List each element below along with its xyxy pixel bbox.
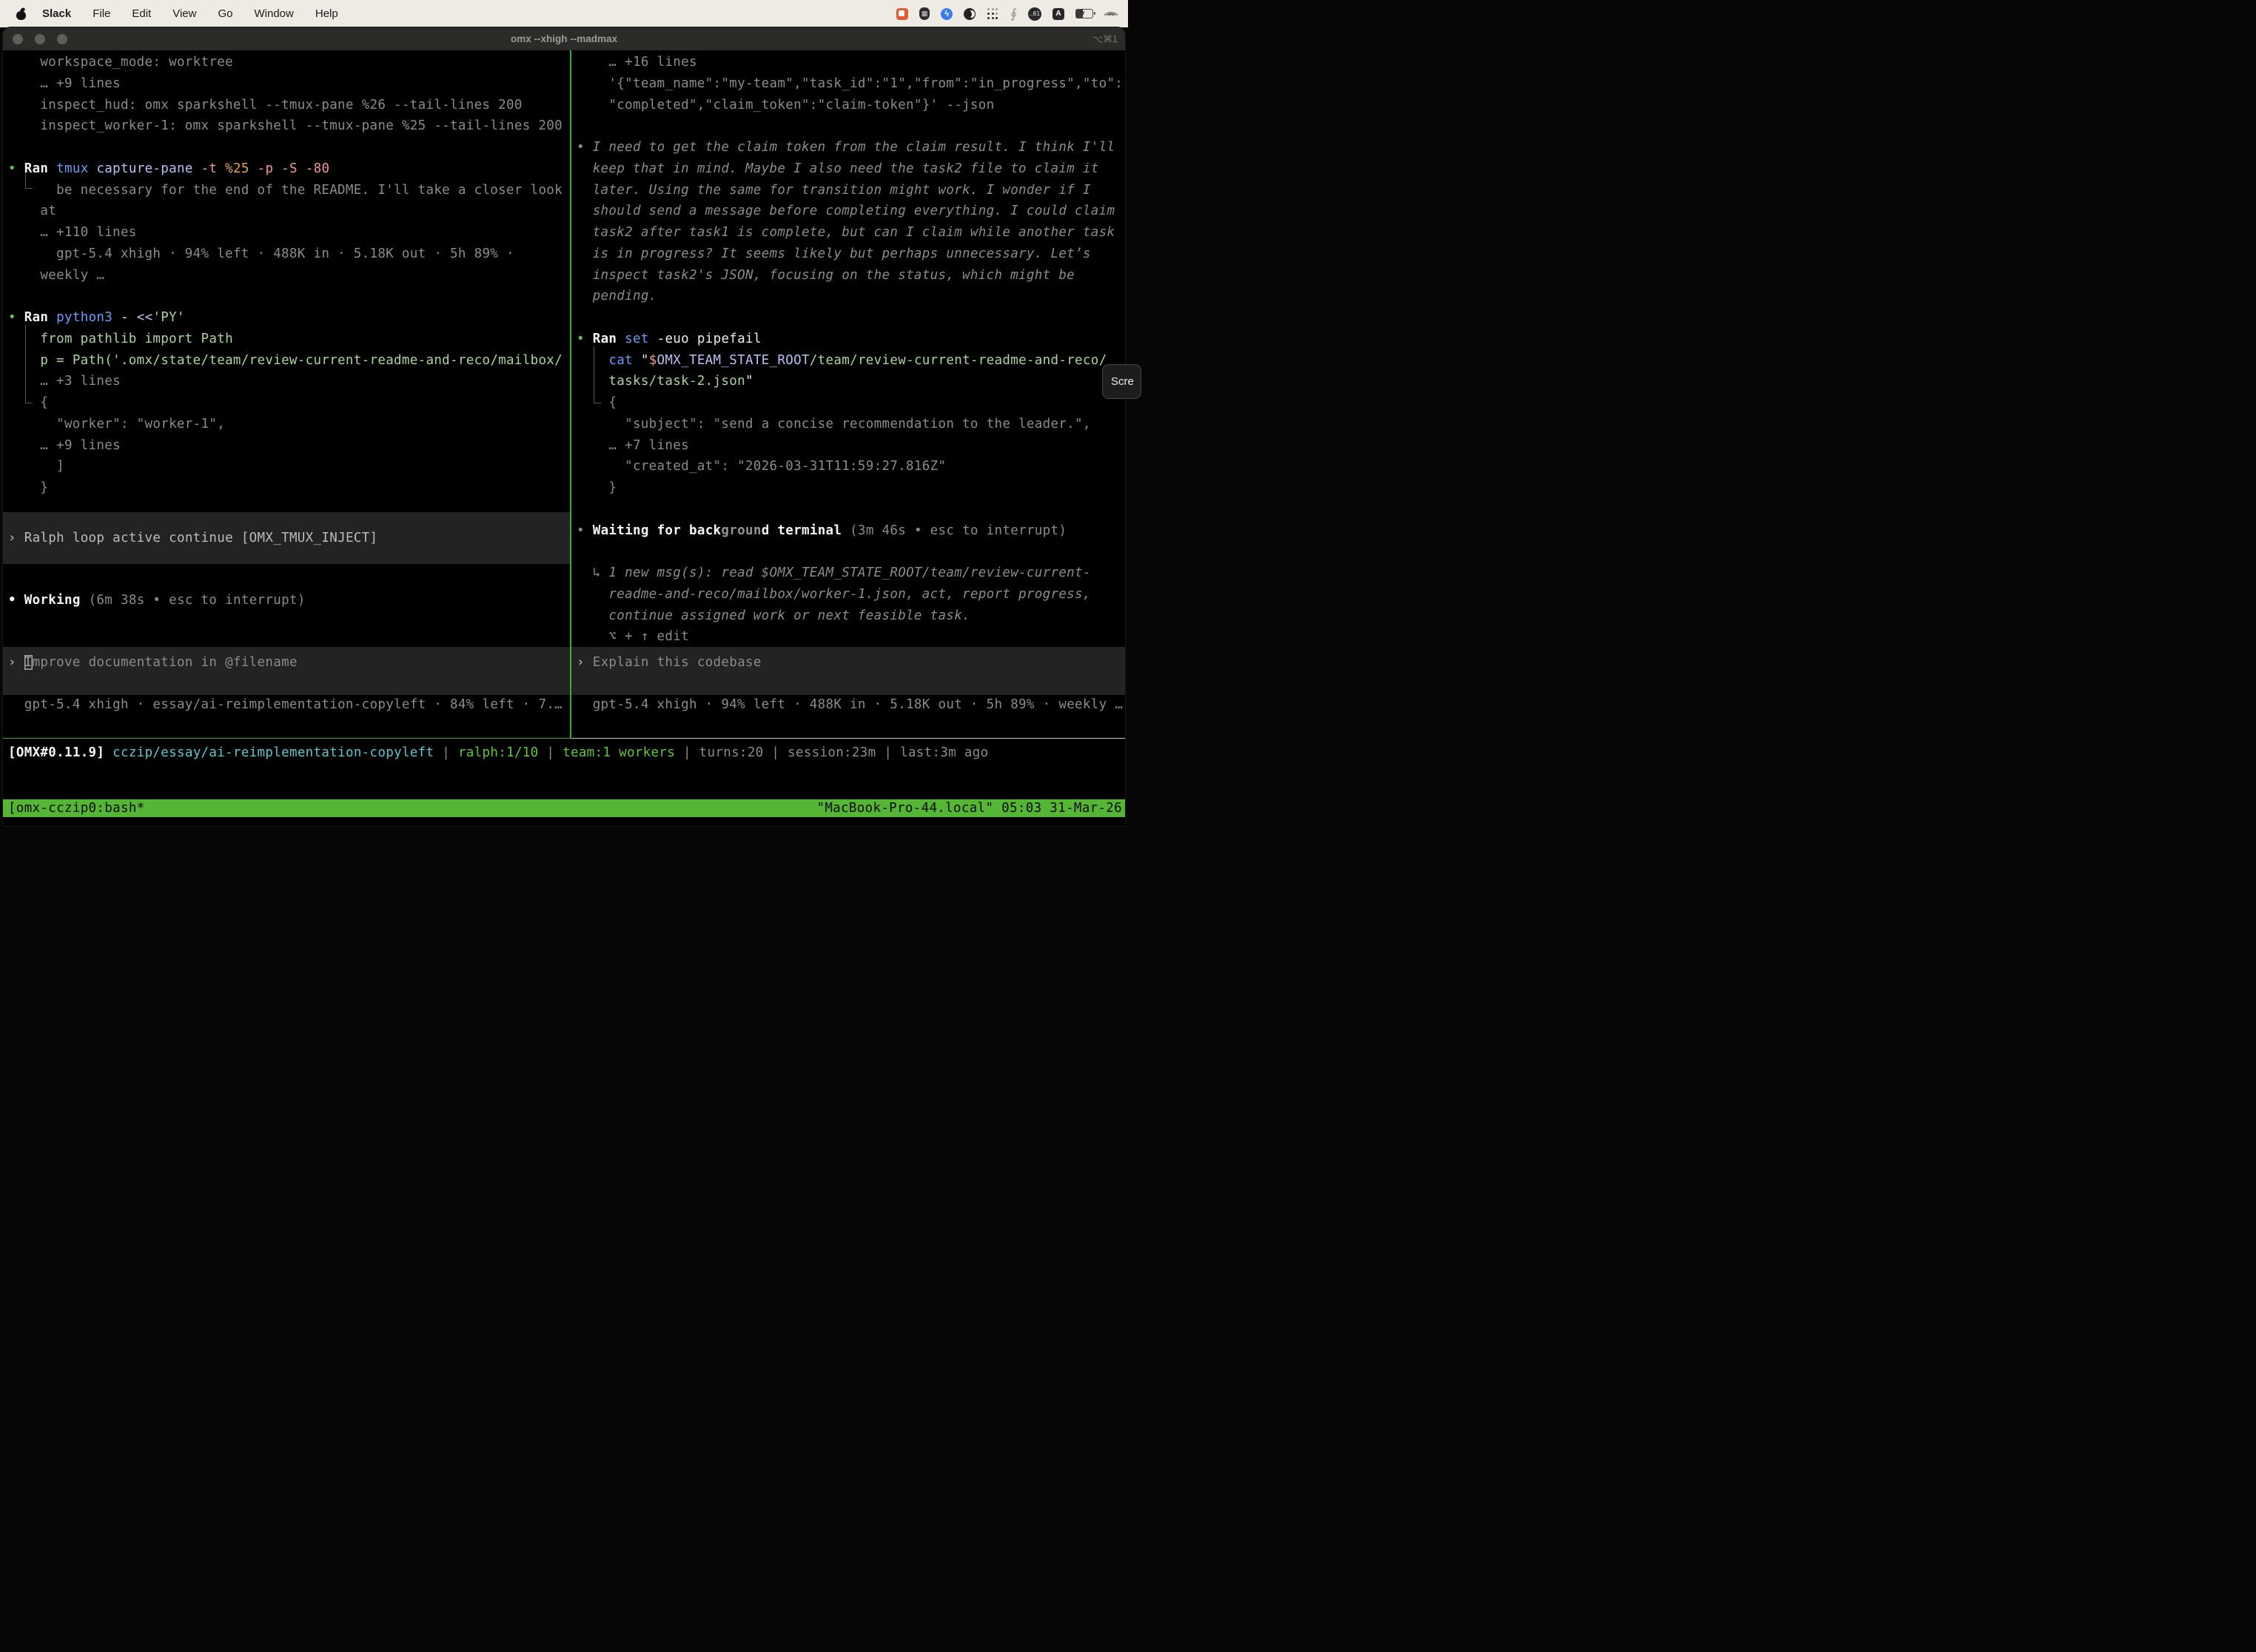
terminal-line: • Working (6m 38s • esc to interrupt) bbox=[8, 590, 306, 611]
pane-divider[interactable] bbox=[570, 50, 571, 739]
terminal-line: weekly … bbox=[40, 265, 104, 286]
squiggle-icon[interactable]: ∮ bbox=[1010, 7, 1017, 21]
terminal-line: • Waiting for background terminal (3m 46… bbox=[577, 520, 1067, 542]
terminal-line: • Ran python3 - <<'PY' bbox=[8, 307, 185, 329]
terminal-line: … +9 lines bbox=[40, 435, 121, 457]
terminal-line: at bbox=[40, 201, 56, 222]
terminal-line: '{"team_name":"my-team","task_id":"1","f… bbox=[608, 73, 1123, 95]
terminal-line: … +110 lines bbox=[40, 222, 136, 244]
terminal-line: inspect_worker-1: omx sparkshell --tmux-… bbox=[40, 115, 563, 137]
terminal-line: pending. bbox=[593, 286, 657, 307]
menu-item-window[interactable]: Window bbox=[255, 7, 294, 20]
menu-item-help[interactable]: Help bbox=[315, 7, 338, 20]
terminal-line: task2 after task1 is complete, but can I… bbox=[593, 222, 1115, 244]
menu-status-icons: ▦ ϟ ∮ ..61 A ϟ bbox=[896, 7, 1128, 21]
minimize-button[interactable] bbox=[35, 34, 45, 44]
terminal-line: ↳ 1 new msg(s): read $OMX_TEAM_STATE_ROO… bbox=[593, 563, 1091, 584]
terminal-line: • I need to get the claim token from the… bbox=[577, 137, 1115, 158]
blue-bolt-icon[interactable]: ϟ bbox=[941, 8, 953, 20]
menu-items: Slack File Edit View Go Window Help bbox=[42, 7, 338, 20]
input-source-icon[interactable]: A bbox=[1053, 8, 1064, 20]
terminal-line: should send a message before completing … bbox=[593, 201, 1115, 222]
tmux-status-bar: [omx-cczip0:bash* "MacBook-Pro-44.local"… bbox=[3, 799, 1125, 817]
output-connector bbox=[594, 346, 601, 403]
screen-capture-button[interactable]: Scre bbox=[1102, 364, 1141, 399]
shield-grid-icon[interactable]: ▦ bbox=[919, 7, 930, 20]
dots-grid-icon[interactable] bbox=[987, 7, 999, 20]
terminal-line: › Ralph loop active continue [OMX_TMUX_I… bbox=[8, 528, 377, 549]
window-bottom-strip bbox=[3, 817, 1125, 826]
terminal-line: readme-and-reco/mailbox/worker-1.json, a… bbox=[608, 584, 1090, 605]
right-pane[interactable]: … +16 lines'{"team_name":"my-team","task… bbox=[571, 50, 1125, 739]
terminal-line: … +3 lines bbox=[40, 371, 121, 392]
terminal-line: } bbox=[40, 477, 48, 499]
terminal-line: is in progress? It seems likely but perh… bbox=[593, 244, 1091, 265]
slack-badge-icon[interactable] bbox=[896, 8, 908, 20]
tmux-host-clock: "MacBook-Pro-44.local" 05:03 31-Mar-26 bbox=[816, 799, 1122, 817]
terminal-line: tasks/task-2.json" bbox=[608, 371, 753, 392]
terminal-line: … +7 lines bbox=[608, 435, 689, 457]
terminal-window: omx --xhigh --madmax ⌥⌘1 workspace_mode:… bbox=[3, 27, 1125, 826]
menu-item-file[interactable]: File bbox=[93, 7, 110, 20]
traffic-lights bbox=[13, 27, 67, 50]
tmux-session-label: [omx-cczip0:bash* bbox=[8, 799, 145, 817]
menu-item-view[interactable]: View bbox=[172, 7, 196, 20]
terminal-line: inspect task2's JSON, focusing on the st… bbox=[593, 265, 1075, 286]
battery-icon[interactable]: ϟ bbox=[1075, 9, 1093, 19]
omx-status-bar: [OMX#0.11.9] cczip/essay/ai-reimplementa… bbox=[3, 739, 1125, 799]
left-pane[interactable]: workspace_mode: worktree… +9 linesinspec… bbox=[3, 50, 570, 739]
close-button[interactable] bbox=[13, 34, 23, 44]
terminal-line: inspect_hud: omx sparkshell --tmux-pane … bbox=[40, 95, 522, 116]
terminal-line: cat "$OMX_TEAM_STATE_ROOT/team/review-cu… bbox=[608, 350, 1107, 372]
zoom-button[interactable] bbox=[57, 34, 67, 44]
terminal-line: p = Path('.omx/state/team/review-current… bbox=[40, 350, 563, 372]
countdown-61-icon[interactable]: ..61 bbox=[1028, 7, 1041, 21]
terminal-line: gpt-5.4 xhigh · 94% left · 488K in · 5.1… bbox=[593, 694, 1124, 716]
output-connector bbox=[25, 325, 33, 403]
terminal-line: … +9 lines bbox=[40, 73, 121, 95]
terminal-line: "worker": "worker-1", bbox=[56, 414, 225, 435]
terminal-line: ⌥ + ↑ edit bbox=[608, 626, 689, 648]
terminal-line: • Ran tmux capture-pane -t %25 -p -S -80 bbox=[8, 158, 329, 180]
menu-item-edit[interactable]: Edit bbox=[132, 7, 151, 20]
apple-menu-icon[interactable] bbox=[16, 8, 26, 20]
crescent-icon[interactable] bbox=[964, 8, 976, 20]
right-pane-border bbox=[571, 738, 1125, 739]
menu-item-go[interactable]: Go bbox=[218, 7, 232, 20]
menu-item-slack[interactable]: Slack bbox=[42, 7, 71, 20]
terminal-line: gpt-5.4 xhigh · essay/ai-reimplementatio… bbox=[24, 694, 563, 716]
terminal-line: ] bbox=[56, 456, 64, 477]
omx-status-line: [OMX#0.11.9] cczip/essay/ai-reimplementa… bbox=[8, 742, 988, 764]
terminal-line: "subject": "send a concise recommendatio… bbox=[625, 414, 1091, 435]
wifi-icon[interactable] bbox=[1104, 9, 1118, 19]
screen-capture-label: Scre bbox=[1111, 375, 1134, 388]
terminal-line: "completed","claim_token":"claim-token"}… bbox=[608, 95, 994, 116]
terminal-line: … +16 lines bbox=[608, 52, 696, 73]
terminal-line: › Explain this codebase bbox=[577, 652, 762, 674]
terminal-line: keep that in mind. Maybe I also need the… bbox=[593, 158, 1099, 180]
terminal-panes: workspace_mode: worktree… +9 linesinspec… bbox=[3, 50, 1125, 739]
terminal-line: } bbox=[608, 477, 617, 499]
terminal-line: from pathlib import Path bbox=[40, 329, 233, 350]
window-shortcut: ⌥⌘1 bbox=[1092, 33, 1118, 44]
terminal-line: { bbox=[608, 392, 617, 414]
menu-bar: Slack File Edit View Go Window Help ▦ ϟ ∮ ..61… bbox=[0, 0, 1128, 27]
window-title: omx --xhigh --madmax bbox=[3, 33, 1125, 44]
terminal-line: › Improve documentation in @filename bbox=[8, 652, 298, 674]
terminal-line: { bbox=[40, 392, 48, 414]
left-pane-border bbox=[3, 738, 570, 739]
terminal-line: later. Using the same for transition mig… bbox=[593, 180, 1091, 201]
terminal-line: gpt-5.4 xhigh · 94% left · 488K in · 5.1… bbox=[56, 244, 514, 265]
terminal-line: be necessary for the end of the README. … bbox=[56, 180, 563, 201]
window-titlebar[interactable]: omx --xhigh --madmax ⌥⌘1 bbox=[3, 27, 1125, 50]
terminal-line: "created_at": "2026-03-31T11:59:27.816Z" bbox=[625, 456, 946, 477]
terminal-line: continue assigned work or next feasible … bbox=[608, 605, 970, 627]
terminal-line: • Ran set -euo pipefail bbox=[577, 329, 762, 350]
terminal-line: workspace_mode: worktree bbox=[40, 52, 233, 73]
